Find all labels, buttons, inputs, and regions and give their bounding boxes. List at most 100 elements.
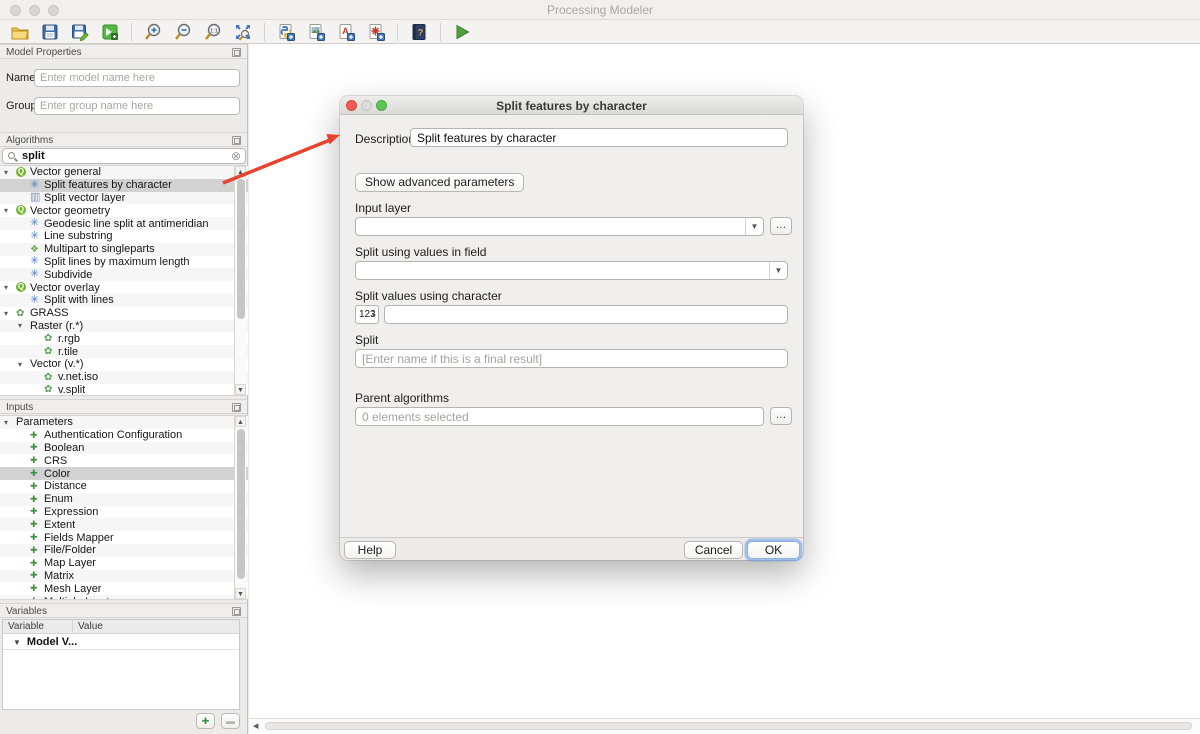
help-button[interactable]: Help <box>344 541 396 559</box>
expander-icon[interactable]: ▾ <box>4 168 16 177</box>
input-tree-row[interactable]: ▾ Color <box>0 467 248 480</box>
scroll-down-icon[interactable]: ▼ <box>235 588 246 599</box>
expander-icon[interactable]: ▾ <box>4 206 16 215</box>
input-tree-row[interactable]: ▾ Fields Mapper <box>0 531 248 544</box>
minimize-dialog-icon[interactable] <box>361 100 372 111</box>
input-tree-row[interactable]: ▾ File/Folder <box>0 544 248 557</box>
model-canvas[interactable]: ◀ Split features by character Descriptio… <box>249 44 1200 734</box>
input-layer-combobox[interactable]: ▼ <box>355 217 764 236</box>
algorithm-tree-row[interactable]: ▾ r.rgb <box>0 332 248 345</box>
data-type-spinner[interactable]: 123▲▼ <box>355 305 379 324</box>
algorithm-tree-row[interactable]: ▾ v.split <box>0 384 248 396</box>
show-advanced-parameters-button[interactable]: Show advanced parameters <box>355 173 524 192</box>
save-model-as-icon[interactable] <box>68 21 92 43</box>
edit-help-icon[interactable]: ? <box>407 21 431 43</box>
input-tree-row[interactable]: ▾ Map Layer <box>0 557 248 570</box>
algorithm-tree-row[interactable]: ▾ Subdivide <box>0 268 248 281</box>
run-model-icon[interactable] <box>450 21 474 43</box>
algorithms-scrollbar[interactable]: ▲ ▼ <box>234 166 246 395</box>
scroll-up-icon[interactable]: ▲ <box>235 166 246 177</box>
search-value[interactable]: split <box>22 150 45 162</box>
input-layer-browse-button[interactable]: … <box>770 217 792 235</box>
scroll-left-icon[interactable]: ◀ <box>253 722 258 730</box>
scroll-down-icon[interactable]: ▼ <box>235 384 246 395</box>
export-python-icon[interactable] <box>274 21 298 43</box>
zoom-full-icon[interactable] <box>231 21 255 43</box>
algorithm-tree-row[interactable]: ▾ Split lines by maximum length <box>0 256 248 269</box>
float-panel-icon[interactable] <box>232 403 241 412</box>
input-tree-row[interactable]: ▾ Matrix <box>0 570 248 583</box>
split-character-input[interactable] <box>384 305 788 324</box>
algorithm-tree-row[interactable]: ▾ Split with lines <box>0 294 248 307</box>
parent-algorithms-input[interactable] <box>355 407 764 426</box>
algorithm-tree-row[interactable]: ▾ Split vector layer <box>0 192 248 205</box>
input-tree-row[interactable]: ▾ Extent <box>0 518 248 531</box>
variables-buttons: ✚ ▬ <box>196 713 240 729</box>
model-group-input[interactable] <box>34 97 240 115</box>
input-tree-row[interactable]: ▾ Multiple Input <box>0 595 248 600</box>
export-image-icon[interactable] <box>304 21 328 43</box>
ok-button[interactable]: OK <box>747 541 800 559</box>
expander-icon[interactable]: ▾ <box>18 321 30 330</box>
algorithm-tree-row[interactable]: ▾ Vector (v.*) <box>0 358 248 371</box>
inputs-scrollbar[interactable]: ▲ ▼ <box>234 416 246 599</box>
algorithm-tree-row[interactable]: ▾ Geodesic line split at antimeridian <box>0 217 248 230</box>
canvas-horizontal-scrollbar[interactable]: ◀ <box>249 718 1200 732</box>
algorithm-tree-row[interactable]: ▾ Line substring <box>0 230 248 243</box>
save-model-in-project-icon[interactable] <box>98 21 122 43</box>
algorithm-tree-row[interactable]: ▾ Raster (r.*) <box>0 320 248 333</box>
input-tree-row[interactable]: ▾ Boolean <box>0 442 248 455</box>
scrollbar-thumb[interactable] <box>237 429 245 579</box>
float-panel-icon[interactable] <box>232 136 241 145</box>
algorithm-tree-row[interactable]: ▾ Vector overlay <box>0 281 248 294</box>
input-tree-row[interactable]: ▾ Parameters <box>0 416 248 429</box>
svg-text:?: ? <box>418 27 424 37</box>
algorithm-tree-row[interactable]: ▾ Multipart to singleparts <box>0 243 248 256</box>
parent-algorithms-browse-button[interactable]: … <box>770 407 792 425</box>
model-variables-root-row[interactable]: ▼Model V... <box>3 634 239 650</box>
scrollbar-thumb[interactable] <box>265 722 1192 730</box>
split-field-combobox[interactable]: ▼ <box>355 261 788 280</box>
open-model-icon[interactable] <box>8 21 32 43</box>
save-model-icon[interactable] <box>38 21 62 43</box>
input-tree-row[interactable]: ▾ CRS <box>0 454 248 467</box>
expander-icon[interactable]: ▾ <box>4 418 16 427</box>
remove-variable-button[interactable]: ▬ <box>221 713 240 729</box>
input-tree-row[interactable]: ▾ Distance <box>0 480 248 493</box>
expander-icon[interactable]: ▾ <box>4 309 16 318</box>
description-input[interactable] <box>410 128 788 147</box>
variable-column-header: Variable <box>3 620 73 633</box>
expander-icon[interactable]: ▾ <box>4 283 16 292</box>
export-pdf-icon[interactable]: A <box>334 21 358 43</box>
clear-search-icon[interactable]: ⊗ <box>231 149 241 163</box>
algorithm-tree-row[interactable]: ▾ GRASS <box>0 307 248 320</box>
cancel-button[interactable]: Cancel <box>684 541 743 559</box>
zoom-in-icon[interactable] <box>141 21 165 43</box>
input-tree-row[interactable]: ▾ Expression <box>0 506 248 519</box>
expander-icon[interactable]: ▾ <box>18 360 30 369</box>
maximize-dialog-icon[interactable] <box>376 100 387 111</box>
float-panel-icon[interactable] <box>232 48 241 57</box>
algorithm-tree-row[interactable]: ▾ Split features by character <box>0 179 248 192</box>
algorithm-tree-row[interactable]: ▾ Vector general <box>0 166 248 179</box>
input-tree-row[interactable]: ▾ Authentication Configuration <box>0 429 248 442</box>
scrollbar-thumb[interactable] <box>237 179 245 319</box>
model-group-label: Group <box>6 100 37 112</box>
algorithm-tree-row[interactable]: ▾ v.net.iso <box>0 371 248 384</box>
zoom-out-icon[interactable] <box>171 21 195 43</box>
float-panel-icon[interactable] <box>232 607 241 616</box>
algorithm-search[interactable]: split ⊗ <box>2 148 246 164</box>
model-name-input[interactable] <box>34 69 240 87</box>
scroll-up-icon[interactable]: ▲ <box>235 416 246 427</box>
split-output-input[interactable] <box>355 349 788 368</box>
zoom-actual-icon[interactable]: 1:1 <box>201 21 225 43</box>
export-svg-icon[interactable] <box>364 21 388 43</box>
algorithm-tree-row[interactable]: ▾ r.tile <box>0 345 248 358</box>
spinner-arrows-icon[interactable]: ▲▼ <box>371 309 376 319</box>
close-dialog-icon[interactable] <box>346 100 357 111</box>
expander-icon[interactable]: ▼ <box>13 638 21 647</box>
input-tree-row[interactable]: ▾ Mesh Layer <box>0 582 248 595</box>
input-tree-row[interactable]: ▾ Enum <box>0 493 248 506</box>
add-variable-button[interactable]: ✚ <box>196 713 215 729</box>
algorithm-tree-row[interactable]: ▾ Vector geometry <box>0 204 248 217</box>
